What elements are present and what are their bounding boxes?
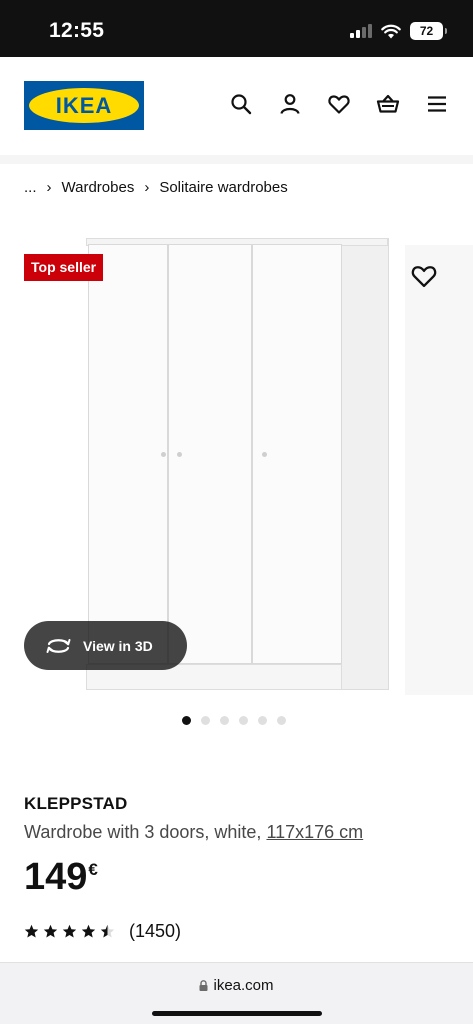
url-text: ikea.com xyxy=(213,977,274,994)
pagination-dot[interactable] xyxy=(277,716,286,725)
view-in-3d-button[interactable]: View in 3D xyxy=(24,621,187,670)
star-icon xyxy=(43,924,58,938)
rotate-3d-icon xyxy=(46,638,71,653)
menu-icon[interactable] xyxy=(425,92,449,116)
price-amount: 149 xyxy=(24,856,88,898)
ikea-logo[interactable]: IKEA xyxy=(24,81,144,130)
review-count[interactable]: (1450) xyxy=(129,921,181,942)
status-time: 12:55 xyxy=(49,19,105,42)
top-seller-badge: Top seller xyxy=(24,254,104,281)
next-image-peek xyxy=(405,245,473,695)
logo-text: IKEA xyxy=(55,92,113,118)
signal-icon xyxy=(350,24,372,38)
wifi-icon xyxy=(381,24,401,38)
breadcrumb-ellipsis[interactable]: ... xyxy=(24,179,37,196)
breadcrumb-item-wardrobes[interactable]: Wardrobes xyxy=(62,179,135,196)
product-name: KLEPPSTAD xyxy=(24,794,128,813)
account-icon[interactable] xyxy=(278,92,302,116)
star-icon xyxy=(62,924,77,938)
header-divider xyxy=(0,155,473,164)
pagination-dot[interactable] xyxy=(201,716,210,725)
battery-icon: 72 xyxy=(410,22,447,40)
home-indicator xyxy=(152,1011,322,1016)
product-type: Wardrobe with 3 doors, white, xyxy=(24,822,262,842)
star-icon xyxy=(100,924,115,938)
site-header: IKEA xyxy=(0,57,473,155)
header-actions xyxy=(229,92,449,116)
pagination-dot[interactable] xyxy=(258,716,267,725)
add-to-favourites-heart-icon[interactable] xyxy=(410,262,438,290)
basket-icon[interactable] xyxy=(376,92,400,116)
star-icon xyxy=(81,924,96,938)
url-display[interactable]: ikea.com xyxy=(0,977,473,994)
status-bar: 12:55 72 xyxy=(0,0,473,57)
chevron-right-icon: › xyxy=(144,179,150,196)
breadcrumb-item-solitaire-wardrobes[interactable]: Solitaire wardrobes xyxy=(159,179,287,196)
search-icon[interactable] xyxy=(229,92,253,116)
image-pagination xyxy=(182,716,286,725)
price-currency: € xyxy=(88,860,98,879)
browser-address-bar[interactable]: ikea.com xyxy=(0,962,473,1024)
breadcrumb: ... › Wardrobes › Solitaire wardrobes xyxy=(24,179,288,196)
product-rating[interactable]: (1450) xyxy=(24,921,181,942)
lock-icon xyxy=(199,980,208,991)
chevron-right-icon: › xyxy=(46,179,52,196)
rating-stars xyxy=(24,924,115,939)
pagination-dot[interactable] xyxy=(239,716,248,725)
battery-level: 72 xyxy=(419,24,434,38)
product-measurement-link[interactable]: 117x176 cm xyxy=(266,822,363,842)
pagination-dot[interactable] xyxy=(220,716,229,725)
pagination-dot[interactable] xyxy=(182,716,191,725)
heart-icon[interactable] xyxy=(327,92,351,116)
product-description: Wardrobe with 3 doors, white, 117x176 cm xyxy=(24,822,363,843)
product-price: 149 € xyxy=(24,855,98,899)
view-in-3d-label: View in 3D xyxy=(83,637,153,654)
star-icon xyxy=(24,924,39,938)
status-icons: 72 xyxy=(350,21,447,41)
